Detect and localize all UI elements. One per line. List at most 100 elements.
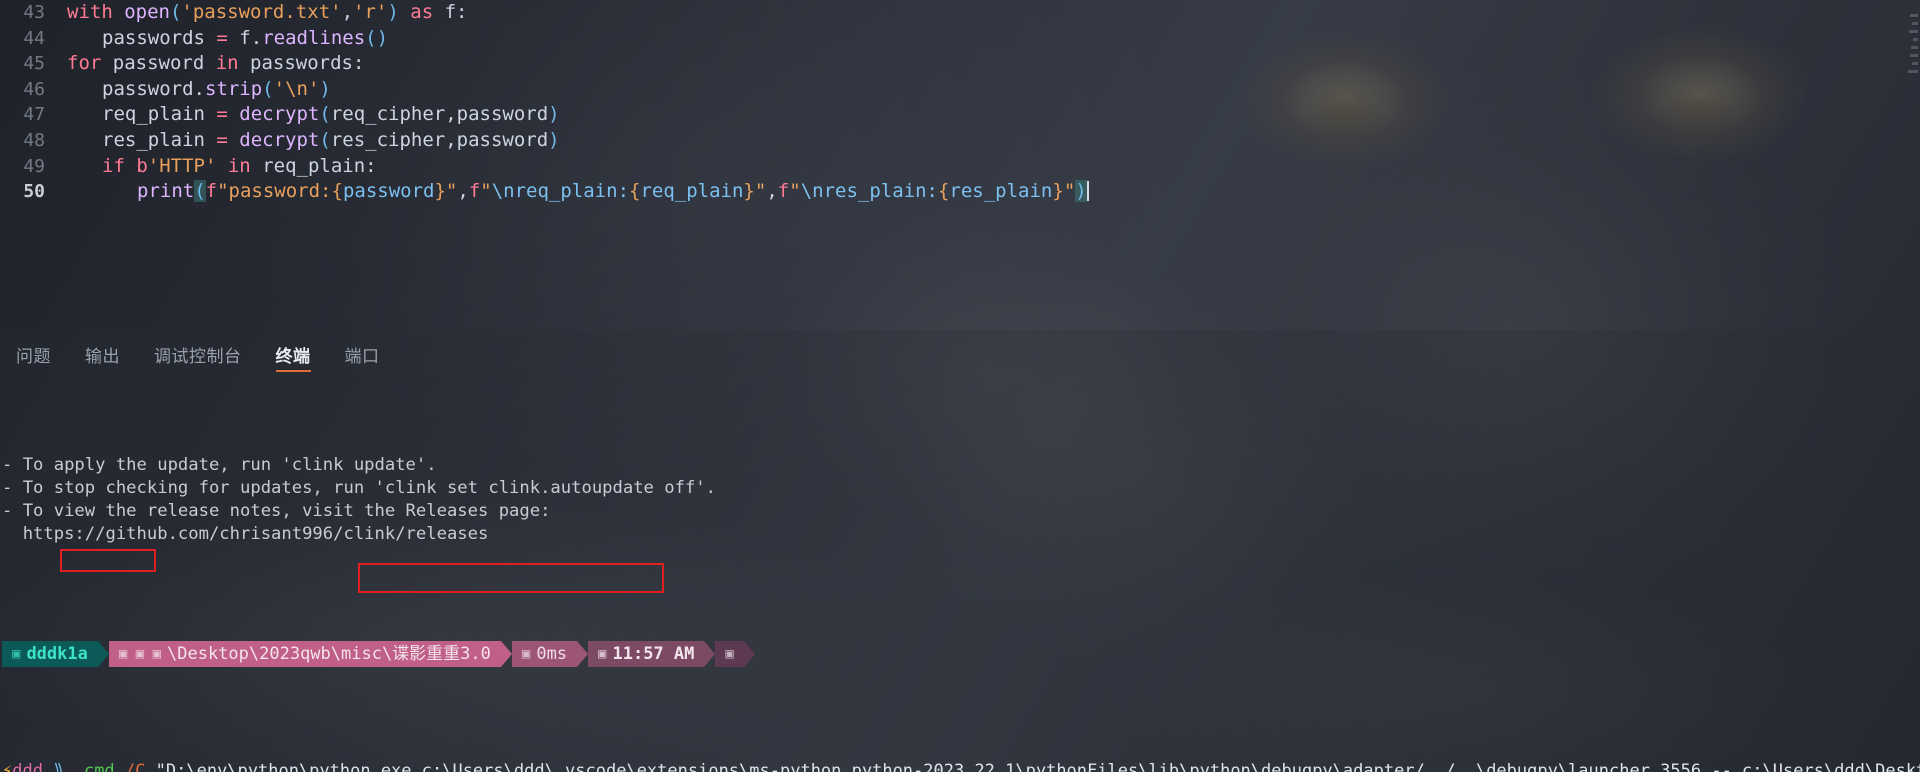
code-token: as <box>398 1 445 23</box>
code-token: ( <box>319 103 331 126</box>
command-line-row[interactable]: ⚡ ddd ⟫ cmd /C "D:\env\python\python.exe… <box>2 760 1920 772</box>
code-editor[interactable]: 43 with open('password.txt','r') as f: 44 p… <box>0 0 1920 330</box>
code-token: " <box>445 180 458 203</box>
code-token: req_plain <box>262 154 366 177</box>
command-name: cmd <box>83 761 115 772</box>
prompt-duration-label: 0ms <box>536 643 568 664</box>
line-number: 45 <box>23 53 45 75</box>
code-token: req_cipher,password <box>330 103 549 126</box>
code-token: f <box>205 180 218 203</box>
code-token: password <box>102 77 194 100</box>
code-token: password <box>112 52 216 75</box>
prompt-user-segment: ▣ dddk1a <box>2 641 98 668</box>
code-line[interactable]: 44 passwords = f.readlines() <box>0 26 1920 52</box>
code-token: req_plain <box>640 180 744 203</box>
command-arguments: "D:\env\python\python.exe c:\Users\ddd\.… <box>155 761 1920 772</box>
code-token: " <box>754 180 767 203</box>
panel-tab-3[interactable]: 终端 <box>262 330 325 378</box>
code-token: . <box>250 26 263 49</box>
code-token: decrypt <box>239 128 320 151</box>
line-number: 47 <box>23 104 45 126</box>
code-line[interactable]: 46 password.strip('\n') <box>0 77 1920 103</box>
code-token: : <box>365 154 377 177</box>
bottom-panel: 问题 输出 调试控制台 终端 端口 - To apply the update, run… <box>0 330 1920 772</box>
panel-tab-1[interactable]: 输出 <box>71 330 134 378</box>
prompt-arrow-3 <box>577 641 589 668</box>
code-text: res_plain = decrypt(res_cipher,password) <box>55 128 560 154</box>
code-token: readlines <box>262 26 366 49</box>
terminal-text-line: - To stop checking for updates, run 'cli… <box>2 477 716 498</box>
code-token: passwords <box>250 52 353 75</box>
panel-tab-bar: 问题 输出 调试控制台 终端 端口 <box>0 330 1920 378</box>
panel-tab-4[interactable]: 端口 <box>331 330 394 378</box>
code-token: () <box>365 26 389 49</box>
code-text: if b'HTTP' in req_plain: <box>55 154 377 180</box>
code-line[interactable]: 49 if b'HTTP' in req_plain: <box>0 154 1920 180</box>
code-text: for password in passwords: <box>55 51 364 77</box>
prompt-arrow-5 <box>743 641 755 668</box>
prompt-arrow-1 <box>97 641 109 668</box>
folder-icon: ▣ ▣ ▣ <box>118 645 162 662</box>
code-token: req_plain <box>102 103 217 126</box>
code-token: ( <box>169 1 182 23</box>
code-token: password <box>342 180 435 203</box>
code-text: passwords = f.readlines() <box>55 26 388 52</box>
code-token: passwords <box>102 26 217 49</box>
code-token: f <box>777 180 790 203</box>
code-token: " <box>789 180 801 203</box>
code-token: { <box>331 180 343 203</box>
code-token: res_cipher,password <box>330 128 549 151</box>
timer-icon: ▣ <box>521 645 531 662</box>
code-line[interactable]: 48 res_plain = decrypt(res_cipher,passwor… <box>0 128 1920 154</box>
code-token: f <box>468 180 481 203</box>
code-token: b <box>136 154 148 177</box>
prompt-path-label: \Desktop\2023qwb\misc\谍影重重3.0 <box>167 643 491 664</box>
prompt-path-segment: ▣ ▣ ▣ \Desktop\2023qwb\misc\谍影重重3.0 <box>108 641 501 668</box>
clink-update-notice: - To apply the update, run 'clink update… <box>2 454 1920 547</box>
terminal-output[interactable]: - To apply the update, run 'clink update… <box>0 378 1920 772</box>
code-lines-container: 43 with open('password.txt','r') as f: 44 p… <box>0 0 1920 205</box>
code-token: = <box>216 26 240 49</box>
editor-scrollbar[interactable] <box>1906 0 1920 330</box>
code-token: , <box>457 180 469 203</box>
code-token: = <box>216 128 240 151</box>
code-token: \nreq_plain: <box>491 180 630 203</box>
code-token: ) <box>548 103 560 126</box>
code-token: 'HTTP' <box>147 154 217 177</box>
code-token: 'password.txt' <box>181 1 342 23</box>
code-token: if <box>102 154 137 177</box>
code-token: : <box>456 1 468 23</box>
menu-icon: ▣ <box>725 645 734 662</box>
code-line[interactable]: 45 for password in passwords: <box>0 51 1920 77</box>
code-line[interactable]: 43 with open('password.txt','r') as f: <box>0 0 1920 26</box>
code-token: ( <box>319 128 331 151</box>
prompt-time-label: 11:57 AM <box>612 643 695 664</box>
code-line[interactable]: 50 print(f"password:{password}",f"\nreq_p… <box>0 179 1920 205</box>
code-token: with <box>67 1 125 23</box>
prompt-duration-segment: ▣ 0ms <box>511 641 578 668</box>
code-token: print <box>137 180 195 203</box>
code-token: ) <box>319 77 331 100</box>
code-token: f <box>239 26 251 49</box>
text-caret <box>1086 181 1089 202</box>
panel-tab-2[interactable]: 调试控制台 <box>140 330 256 378</box>
code-token: for <box>67 52 113 75</box>
code-token: = <box>216 103 240 126</box>
code-token: , <box>341 1 354 23</box>
code-token: " <box>480 180 492 203</box>
line-number: 48 <box>23 129 45 151</box>
prompt-tail-segment: ▣ <box>715 641 744 668</box>
code-line[interactable]: 47 req_plain = decrypt(req_cipher,passwor… <box>0 102 1920 128</box>
code-token: res_plain <box>102 128 217 151</box>
panel-tab-0[interactable]: 问题 <box>2 330 65 378</box>
code-token: ( <box>262 77 274 100</box>
vscode-window: 43 with open('password.txt','r') as f: 44 p… <box>0 0 1920 772</box>
prompt-user-label: dddk1a <box>26 643 88 664</box>
code-token: . <box>193 77 205 100</box>
code-token: } <box>743 180 755 203</box>
code-token: f <box>444 1 457 23</box>
prompt-time-segment: ▣ 11:57 AM <box>588 641 705 668</box>
prompt-arrow-4 <box>704 641 716 668</box>
code-token: \nres_plain: <box>800 180 938 203</box>
code-text: req_plain = decrypt(req_cipher,password) <box>55 102 560 128</box>
